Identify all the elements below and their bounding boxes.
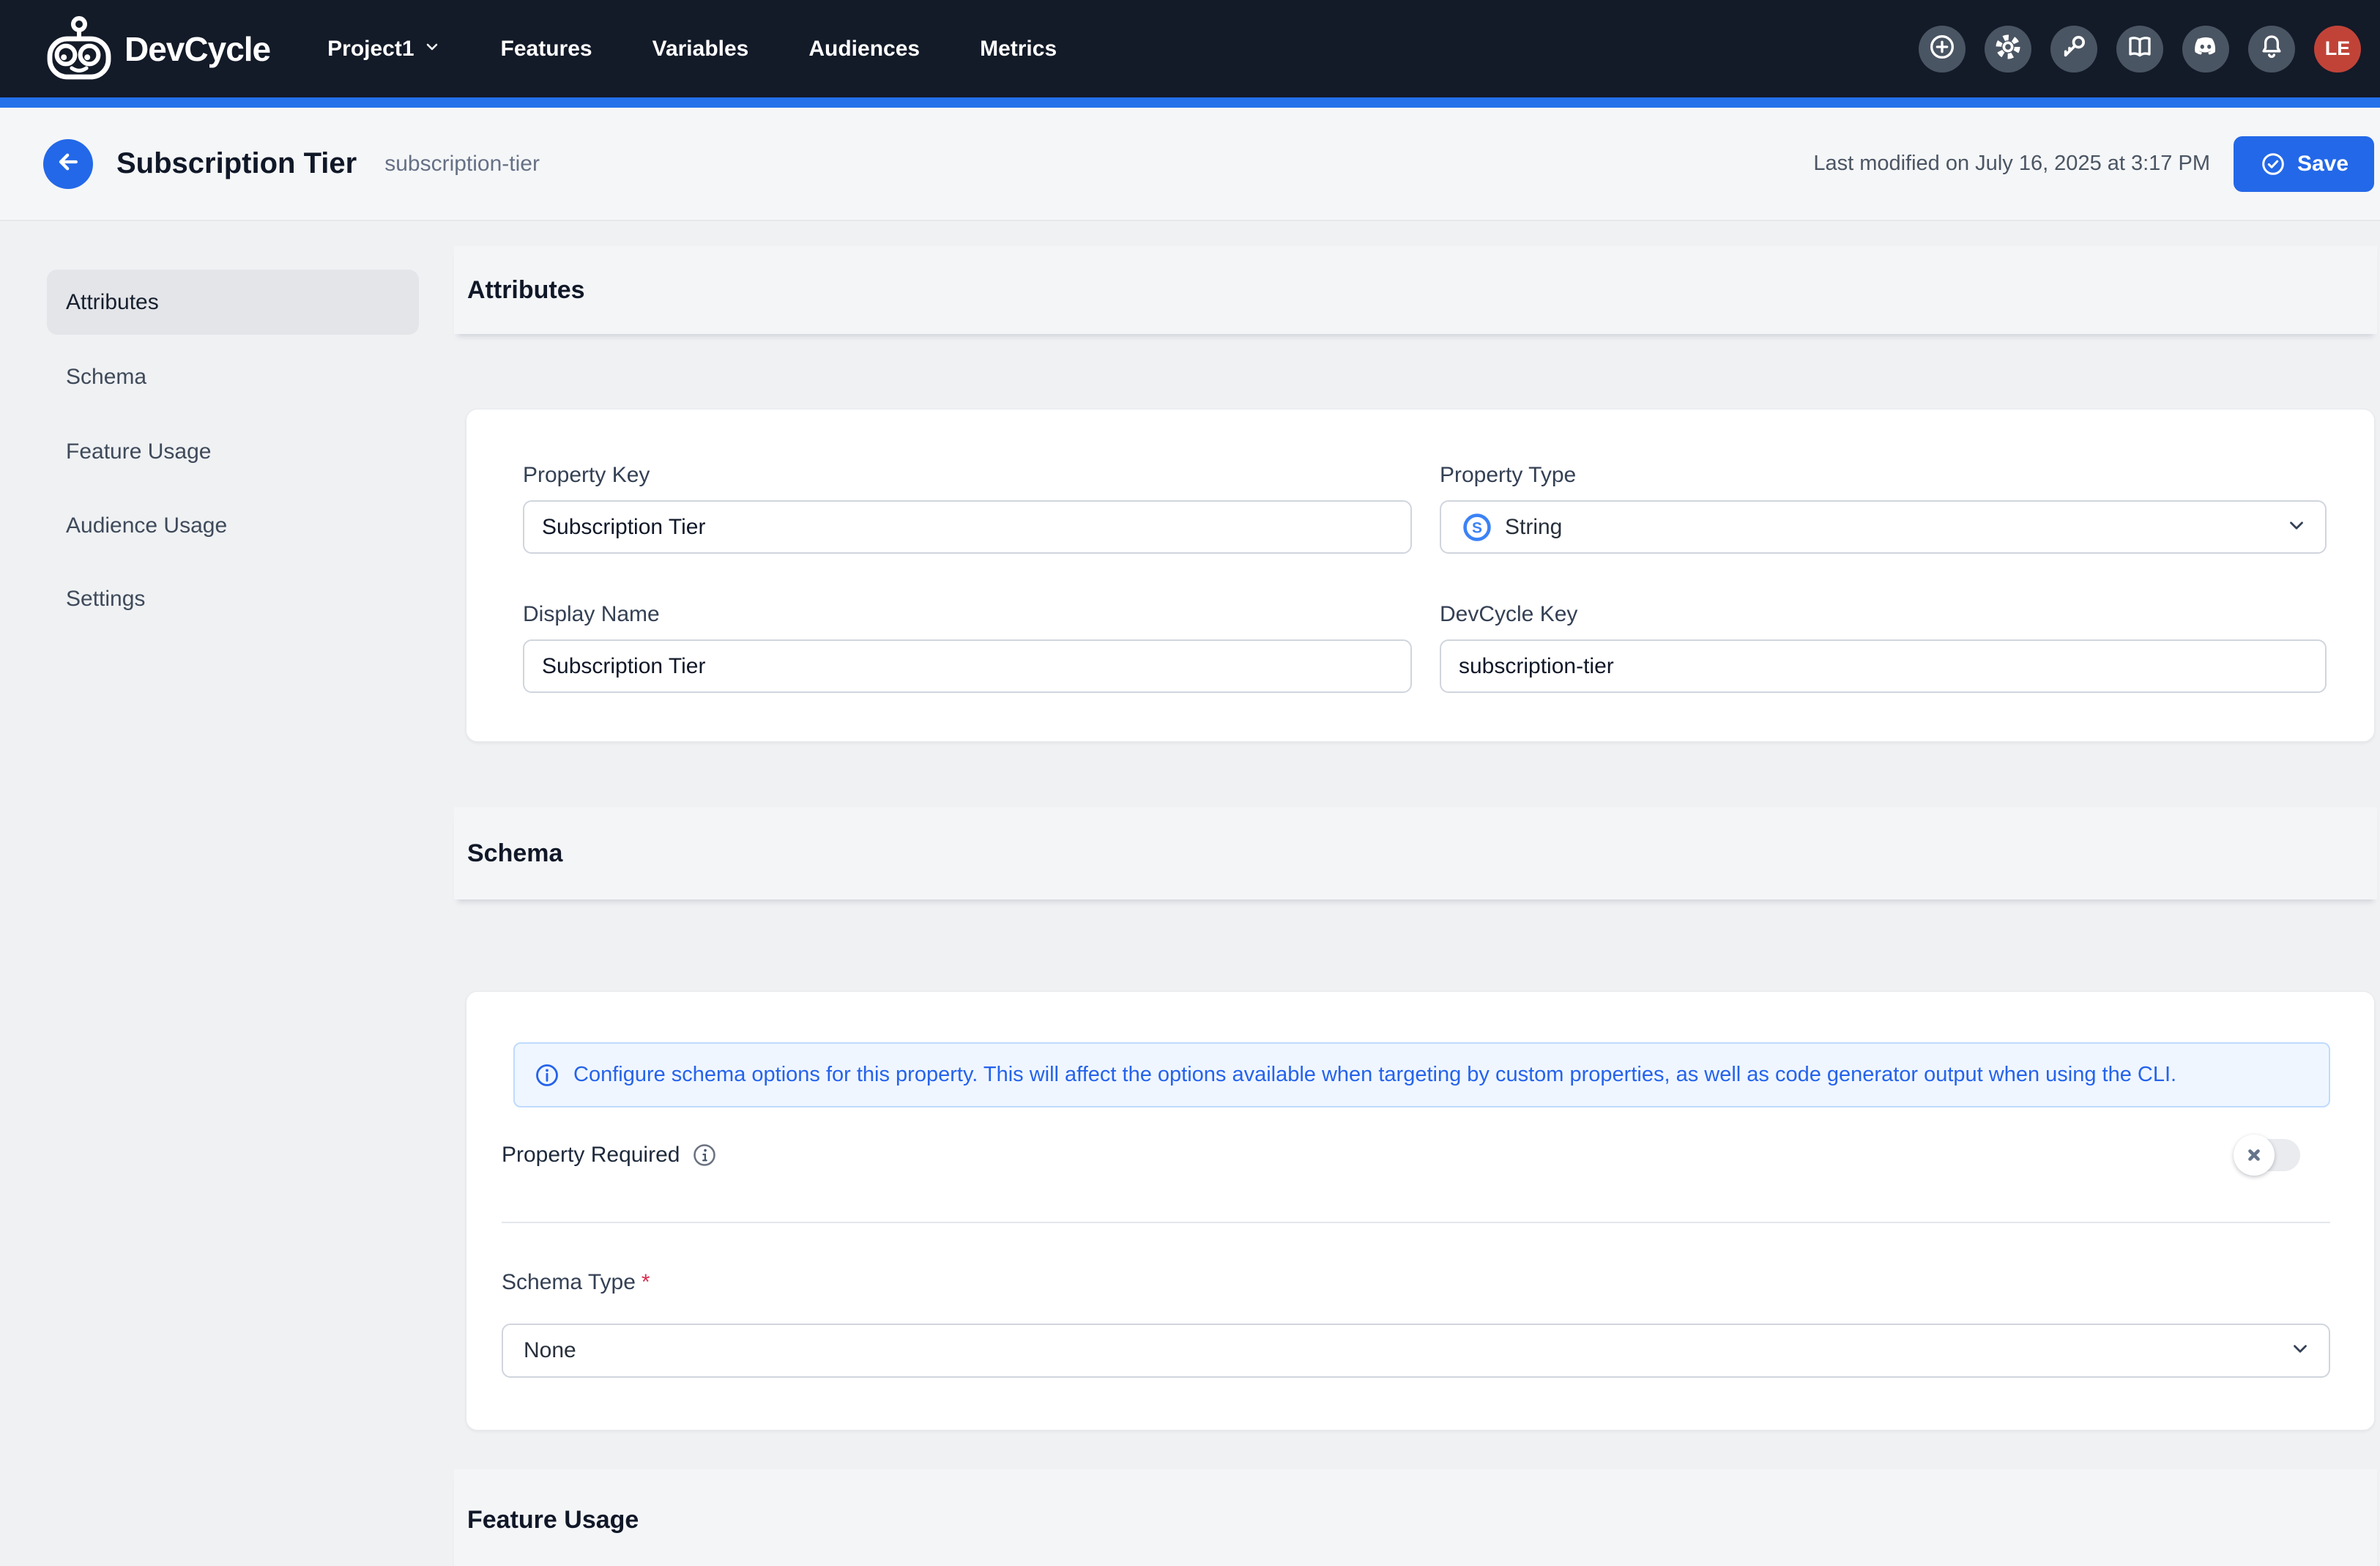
info-circle-icon (534, 1062, 560, 1088)
property-key-input[interactable] (523, 500, 1412, 554)
schema-card-divider (502, 1222, 2330, 1223)
notifications-button[interactable] (2248, 26, 2295, 73)
schema-info-alert: Configure schema options for this proper… (513, 1042, 2330, 1107)
svg-text:S: S (1472, 519, 1482, 536)
docs-book-icon (2125, 32, 2154, 65)
app-root: DevCycle Project1 Features Variables Aud… (0, 0, 2380, 1566)
schema-section-header: Schema (454, 807, 2377, 899)
string-type-icon: S (1462, 512, 1492, 543)
discord-icon (2190, 31, 2221, 66)
create-new-button[interactable] (1919, 26, 1966, 73)
user-avatar[interactable]: LE (2314, 26, 2361, 73)
nav-item-metrics[interactable]: Metrics (980, 37, 1057, 62)
property-type-label: Property Type (1440, 463, 2327, 488)
page-key: subscription-tier (384, 152, 540, 177)
schema-heading: Schema (454, 839, 562, 868)
devcycle-robot-icon (41, 14, 117, 84)
arrow-left-icon (53, 147, 83, 180)
property-key-label: Property Key (523, 463, 1412, 488)
schema-info-text: Configure schema options for this proper… (573, 1063, 2176, 1087)
check-circle-icon (2259, 150, 2287, 178)
x-mark-icon (2245, 1146, 2263, 1164)
docs-button[interactable] (2116, 26, 2163, 73)
sidebar-item-settings[interactable]: Settings (47, 566, 419, 631)
devcycle-key-input[interactable] (1440, 639, 2327, 693)
settings-button[interactable] (1985, 26, 2031, 73)
property-required-toggle[interactable] (2236, 1139, 2300, 1171)
bell-icon (2257, 32, 2286, 65)
page-title: Subscription Tier (116, 147, 357, 180)
schema-type-label: Schema Type* (502, 1270, 650, 1295)
save-button[interactable]: Save (2234, 136, 2374, 192)
gear-icon (1993, 32, 2023, 65)
sidebar-item-attributes[interactable]: Attributes (47, 270, 419, 335)
api-keys-button[interactable] (2050, 26, 2097, 73)
top-nav: DevCycle Project1 Features Variables Aud… (0, 0, 2380, 97)
devcycle-key-label: DevCycle Key (1440, 602, 2327, 627)
discord-button[interactable] (2182, 26, 2229, 73)
required-asterisk: * (642, 1270, 650, 1294)
key-icon (2059, 32, 2089, 65)
sidebar-item-schema[interactable]: Schema (47, 344, 419, 409)
toggle-knob (2234, 1135, 2275, 1176)
nav-links: Project1 Features Variables Audiences Me… (327, 37, 1057, 62)
nav-item-audiences[interactable]: Audiences (808, 37, 920, 62)
property-required-label: Property Required (502, 1142, 718, 1168)
page-header: Subscription Tier subscription-tier Last… (0, 108, 2380, 221)
chevron-down-icon (2289, 1338, 2311, 1364)
sidebar-item-feature-usage[interactable]: Feature Usage (47, 419, 419, 484)
chevron-down-icon (423, 37, 441, 62)
plus-circle-icon (1927, 32, 1957, 65)
schema-type-value: None (524, 1338, 576, 1363)
back-button[interactable] (43, 139, 93, 189)
feature-usage-heading: Feature Usage (454, 1506, 639, 1535)
brand-name: DevCycle (124, 29, 270, 69)
info-circle-icon[interactable] (691, 1142, 718, 1168)
attributes-section-header: Attributes (454, 246, 2377, 334)
feature-usage-section-header: Feature Usage (454, 1469, 2377, 1566)
display-name-label: Display Name (523, 602, 1412, 627)
attributes-heading: Attributes (454, 276, 585, 305)
sidebar-item-audience-usage[interactable]: Audience Usage (47, 493, 419, 558)
attributes-card: Property Key Property Type S String Disp… (466, 409, 2375, 742)
display-name-input[interactable] (523, 639, 1412, 693)
accent-bar (0, 97, 2380, 108)
property-type-value: String (1505, 515, 1562, 540)
project-selector[interactable]: Project1 (327, 37, 440, 62)
chevron-down-icon (2286, 514, 2308, 540)
schema-card: Configure schema options for this proper… (466, 991, 2375, 1430)
nav-actions: LE (1919, 0, 2361, 97)
property-type-select[interactable]: S String (1440, 500, 2327, 554)
schema-type-select[interactable]: None (502, 1324, 2330, 1378)
nav-item-features[interactable]: Features (501, 37, 592, 62)
last-modified-text: Last modified on July 16, 2025 at 3:17 P… (1813, 152, 2210, 176)
devcycle-logo[interactable]: DevCycle (41, 14, 270, 84)
nav-item-variables[interactable]: Variables (652, 37, 749, 62)
